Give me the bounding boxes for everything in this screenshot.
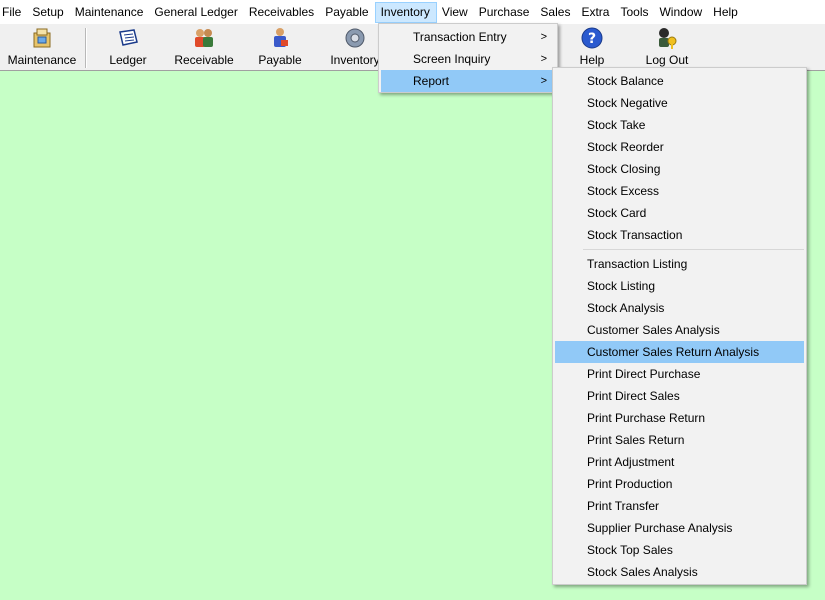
payable-button[interactable]: Payable [254, 24, 306, 70]
menu-item-print-direct-sales[interactable]: Print Direct Sales [555, 385, 804, 407]
menu-item-report[interactable]: Report > [381, 70, 555, 92]
menu-item-stock-sales-analysis[interactable]: Stock Sales Analysis [555, 561, 804, 583]
help-icon: ? [581, 27, 603, 49]
menu-item-transaction-listing[interactable]: Transaction Listing [555, 253, 804, 275]
menu-item-print-sales-return[interactable]: Print Sales Return [555, 429, 804, 451]
gear-icon [345, 28, 365, 48]
inventory-menu: Transaction Entry > Screen Inquiry > Rep… [378, 23, 558, 93]
menu-extra[interactable]: Extra [576, 2, 615, 23]
menu-item-stock-reorder[interactable]: Stock Reorder [555, 136, 804, 158]
receivable-button[interactable]: Receivable [172, 24, 236, 70]
menu-payable[interactable]: Payable [320, 2, 374, 23]
chevron-right-icon: > [540, 31, 547, 43]
menu-receivables[interactable]: Receivables [244, 2, 320, 23]
menu-item-stock-take[interactable]: Stock Take [555, 114, 804, 136]
menu-item-stock-listing[interactable]: Stock Listing [555, 275, 804, 297]
menu-item-stock-closing[interactable]: Stock Closing [555, 158, 804, 180]
menu-item-print-transfer[interactable]: Print Transfer [555, 495, 804, 517]
menu-file[interactable]: File [0, 2, 27, 23]
menu-setup[interactable]: Setup [27, 2, 69, 23]
chevron-right-icon: > [540, 53, 547, 65]
menu-item-customer-sales-analysis[interactable]: Customer Sales Analysis [555, 319, 804, 341]
toolbar-separator [85, 28, 87, 68]
logout-label: Log Out [645, 53, 689, 67]
menu-item-print-adjustment[interactable]: Print Adjustment [555, 451, 804, 473]
menu-item-print-production[interactable]: Print Production [555, 473, 804, 495]
menu-item-label: Screen Inquiry [413, 52, 491, 66]
menu-separator [583, 249, 804, 250]
svg-text:?: ? [588, 31, 596, 47]
menu-item-stock-negative[interactable]: Stock Negative [555, 92, 804, 114]
maintenance-icon [33, 28, 51, 48]
help-button[interactable]: ? Help [572, 24, 612, 70]
menu-item-screen-inquiry[interactable]: Screen Inquiry > [381, 48, 555, 70]
menu-item-stock-excess[interactable]: Stock Excess [555, 180, 804, 202]
menu-item-print-purchase-return[interactable]: Print Purchase Return [555, 407, 804, 429]
menu-general-ledger[interactable]: General Ledger [149, 2, 243, 23]
report-menu: Stock Balance Stock Negative Stock Take Sto… [552, 67, 807, 585]
menu-item-transaction-entry[interactable]: Transaction Entry > [381, 26, 555, 48]
menu-maintenance[interactable]: Maintenance [70, 2, 150, 23]
maintenance-button[interactable]: Maintenance [4, 24, 80, 70]
receivable-label: Receivable [174, 53, 234, 67]
menu-item-stock-transaction[interactable]: Stock Transaction [555, 224, 804, 246]
menu-item-label: Transaction Entry [413, 30, 507, 44]
ledger-button[interactable]: Ledger [100, 24, 156, 70]
logout-button[interactable]: Log Out [640, 24, 694, 70]
help-label: Help [579, 53, 605, 67]
inventory-label: Inventory [330, 53, 380, 67]
menu-item-customer-sales-return-analysis[interactable]: Customer Sales Return Analysis [555, 341, 804, 363]
menu-item-print-direct-purchase[interactable]: Print Direct Purchase [555, 363, 804, 385]
menu-item-stock-balance[interactable]: Stock Balance [555, 70, 804, 92]
payable-label: Payable [258, 53, 302, 67]
menu-purchase[interactable]: Purchase [474, 2, 536, 23]
menu-item-stock-top-sales[interactable]: Stock Top Sales [555, 539, 804, 561]
menu-window[interactable]: Window [654, 2, 708, 23]
menu-sales[interactable]: Sales [535, 2, 576, 23]
menu-bar: File Setup Maintenance General Ledger Receiv… [0, 0, 825, 24]
menu-item-label: Report [413, 74, 450, 88]
inventory-button[interactable]: Inventory [326, 24, 384, 70]
receivable-icon [195, 29, 213, 47]
ledger-icon [119, 29, 138, 46]
ledger-label: Ledger [109, 53, 147, 67]
menu-inventory[interactable]: Inventory [374, 2, 437, 23]
menu-item-stock-card[interactable]: Stock Card [555, 202, 804, 224]
menu-view[interactable]: View [437, 2, 474, 23]
menu-help[interactable]: Help [708, 2, 744, 23]
menu-item-supplier-purchase-analysis[interactable]: Supplier Purchase Analysis [555, 517, 804, 539]
maintenance-label: Maintenance [7, 53, 77, 67]
chevron-right-icon: > [540, 75, 547, 87]
menu-item-stock-analysis[interactable]: Stock Analysis [555, 297, 804, 319]
menu-tools[interactable]: Tools [615, 2, 654, 23]
logout-icon [659, 28, 677, 49]
payable-icon [274, 28, 288, 47]
